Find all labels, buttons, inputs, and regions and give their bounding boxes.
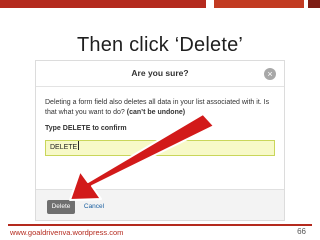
page-number: 66 <box>297 227 306 236</box>
footer-url: www.goaldrivenva.wordpress.com <box>10 228 124 237</box>
footer-divider <box>8 224 312 226</box>
slide: Then click ‘Delete’ Are you sure? × Dele… <box>0 0 320 240</box>
arrow-icon <box>69 113 215 201</box>
red-arrow-annotation <box>69 113 215 201</box>
